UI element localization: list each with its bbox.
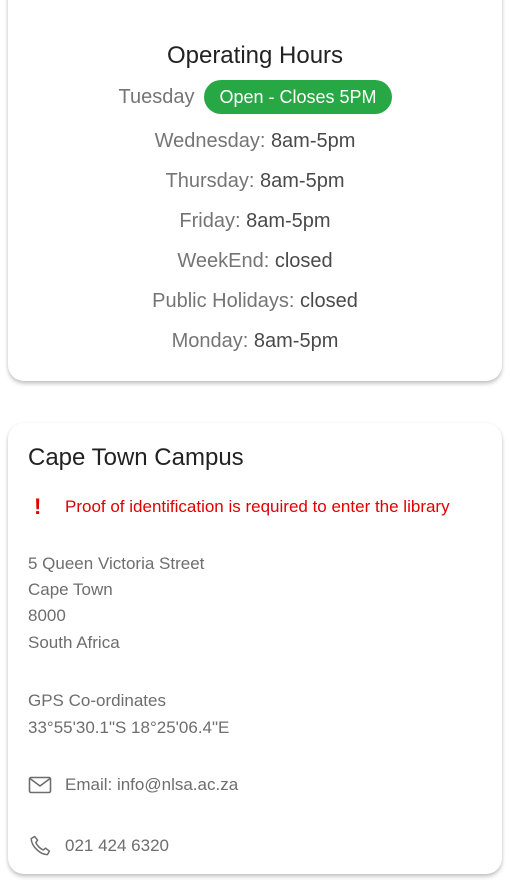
hours-day: Friday:	[179, 210, 241, 232]
hours-time: 8am-5pm	[270, 130, 356, 152]
hours-row-weekend: WeekEnd: closed	[8, 249, 502, 273]
hours-time: 8am-5pm	[246, 210, 331, 232]
hours-day: Monday:	[171, 330, 249, 352]
phone-link[interactable]: 021 424 6320	[28, 834, 169, 858]
notice-text: Proof of identification is required to e…	[65, 497, 450, 516]
hours-time: 8am-5pm	[260, 170, 345, 192]
address-line: South Africa	[28, 633, 120, 652]
address-line: 5 Queen Victoria Street	[28, 554, 205, 573]
campus-title: Cape Town Campus	[28, 444, 244, 471]
hours-time: closed	[274, 250, 333, 272]
today-day: Tuesday	[118, 85, 195, 108]
hours-time: closed	[300, 290, 358, 312]
operating-hours-title: Operating Hours	[166, 42, 344, 69]
operating-hours-card: Operating Hours Tuesday Open - Closes 5P…	[8, 0, 502, 381]
address-line: Cape Town	[28, 580, 113, 599]
gps-label: GPS Co-ordinates	[28, 691, 166, 710]
exclamation-icon: !	[34, 494, 42, 519]
hours-row-monday: Monday: 8am-5pm	[8, 329, 502, 353]
today-row: Tuesday Open - Closes 5PM	[8, 80, 502, 114]
open-status-badge: Open - Closes 5PM	[204, 80, 392, 114]
phone-text: 021 424 6320	[65, 836, 169, 855]
hours-day: Public Holidays:	[152, 290, 295, 312]
gps-value: 33°55'30.1"S 18°25'06.4"E	[28, 718, 230, 737]
hours-row-public-holidays: Public Holidays: closed	[8, 289, 502, 313]
hours-day: WeekEnd:	[177, 250, 270, 272]
id-required-notice: ! Proof of identification is required to…	[28, 494, 450, 520]
email-link[interactable]: Email: info@nlsa.ac.za	[28, 775, 238, 795]
email-text: Email: info@nlsa.ac.za	[65, 775, 239, 794]
campus-card: Cape Town Campus ! Proof of identificati…	[8, 423, 502, 874]
address-line: 8000	[28, 606, 66, 625]
hours-day: Wednesday:	[154, 130, 266, 152]
hours-row-wednesday: Wednesday: 8am-5pm	[8, 129, 502, 153]
hours-time: 8am-5pm	[253, 330, 339, 352]
phone-icon	[28, 834, 65, 858]
envelope-icon	[28, 775, 65, 795]
hours-day: Thursday:	[165, 170, 255, 192]
hours-row-thursday: Thursday: 8am-5pm	[8, 169, 502, 193]
hours-row-friday: Friday: 8am-5pm	[8, 209, 502, 233]
